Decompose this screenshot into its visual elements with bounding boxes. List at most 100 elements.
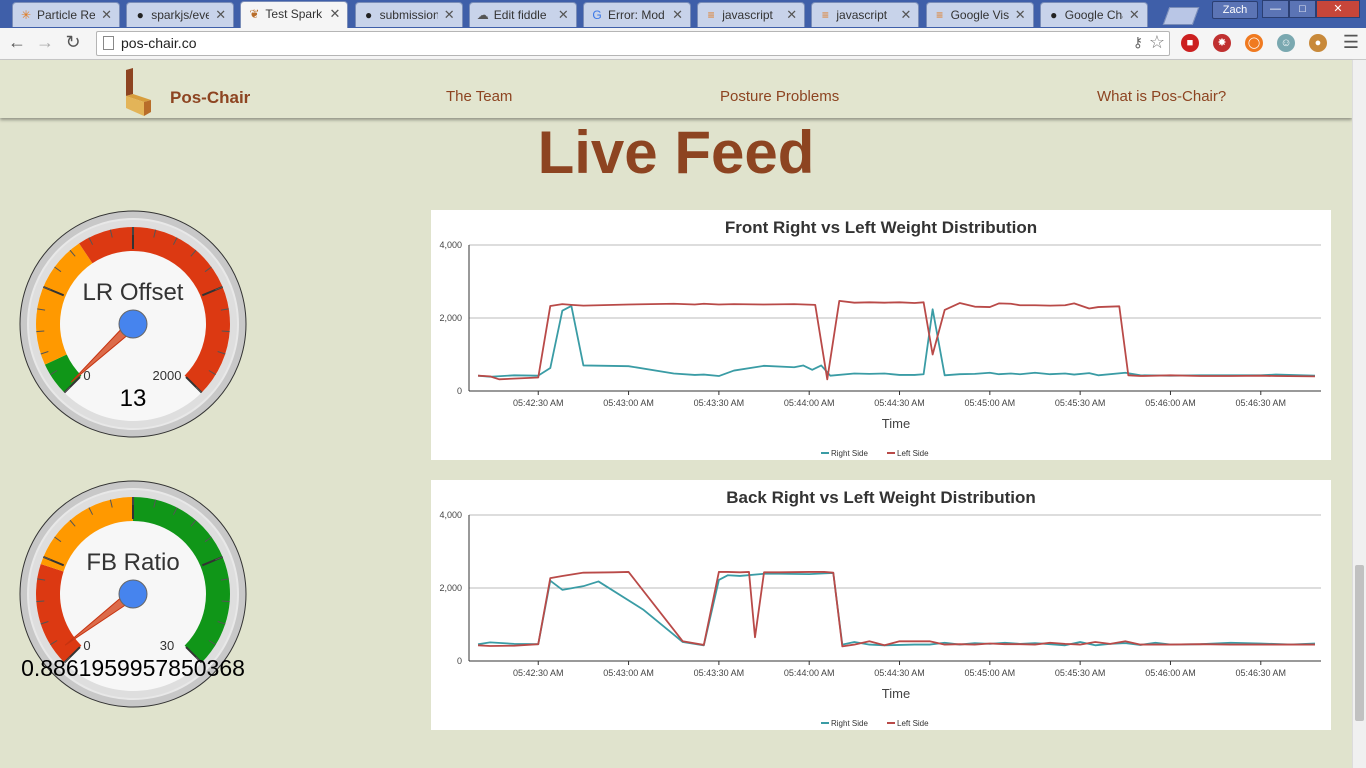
nav-link-team[interactable]: The Team <box>446 88 512 105</box>
x-tick-label: 05:46:00 AM <box>1145 398 1196 408</box>
github-icon: ● <box>1050 8 1058 22</box>
close-tab-icon[interactable]: ✕ <box>1129 7 1140 23</box>
page-title: Live Feed <box>537 119 815 186</box>
tab-title: Test Spark <box>265 7 323 21</box>
series-line-left-side <box>477 299 1315 381</box>
gauge-minor-tick <box>221 600 230 603</box>
extension-orange-icon[interactable]: ◯ <box>1245 34 1263 52</box>
close-tab-icon[interactable]: ✕ <box>900 7 911 23</box>
gauge-max-label: 30 <box>160 638 174 653</box>
pos-chair-favicon: ❦ <box>249 7 260 21</box>
close-tab-icon[interactable]: ✕ <box>672 7 683 23</box>
close-tab-icon[interactable]: ✕ <box>1015 7 1026 23</box>
tab-title: Google Visu <box>950 8 1009 22</box>
tab-title: sparkjs/eve <box>151 8 210 22</box>
browser-tab-strip: ✳ Particle Ref ✕ ● sparkjs/eve ✕ ❦ Test Spark ✕ ●… <box>0 0 1366 28</box>
site-navbar: Pos-Chair The Team Posture Problems What… <box>0 60 1352 118</box>
maximize-button[interactable]: □ <box>1289 0 1316 18</box>
legend-entry: Left Side <box>897 719 929 728</box>
browser-tab[interactable]: ≡ javascript ✕ <box>811 2 920 27</box>
address-url: pos-chair.co <box>121 35 197 51</box>
tab-title: javascript <box>836 8 888 22</box>
series-line-right-side <box>477 305 1316 378</box>
gauge-minor-tick <box>36 600 45 603</box>
back-weight-chart: Back Right vs Left Weight Distribution 0 2… <box>439 488 1321 728</box>
x-tick-label: 05:45:00 AM <box>965 668 1016 678</box>
x-tick-label: 05:44:00 AM <box>784 398 835 408</box>
nav-link-what-is[interactable]: What is Pos-Chair? <box>1097 88 1226 105</box>
legend-entry: Right Side <box>831 719 868 728</box>
browser-toolbar: ← → ↻ pos-chair.co ⚷ ☆ ■ ✸ ◯ ☺ ● ☰ <box>0 28 1366 60</box>
gauge-needle-hub <box>118 309 148 339</box>
x-tick-label: 05:43:30 AM <box>694 398 745 408</box>
x-tick-label: 05:44:30 AM <box>874 668 925 678</box>
extension-face-icon[interactable]: ☺ <box>1277 34 1295 52</box>
stackoverflow-icon: ≡ <box>936 8 944 22</box>
close-tab-icon[interactable]: ✕ <box>786 7 797 23</box>
forward-icon[interactable]: → <box>34 32 56 53</box>
browser-tab[interactable]: ☁ Edit fiddle ✕ <box>468 2 577 27</box>
close-tab-icon[interactable]: ✕ <box>558 7 569 23</box>
minimize-button[interactable]: — <box>1262 0 1289 18</box>
nav-link-posture-problems[interactable]: Posture Problems <box>720 88 839 105</box>
close-tab-icon[interactable]: ✕ <box>329 6 340 22</box>
browser-tab[interactable]: ● submission ✕ <box>354 2 463 27</box>
pos-chair-logo[interactable] <box>124 68 152 118</box>
page-icon <box>103 36 114 50</box>
key-icon[interactable]: ⚷ <box>1133 34 1143 51</box>
stackoverflow-icon: ≡ <box>821 8 829 22</box>
browser-tab[interactable]: ≡ javascript ✕ <box>697 2 806 27</box>
bookmark-star-icon[interactable]: ☆ <box>1149 32 1165 53</box>
browser-tab[interactable]: ● sparkjs/eve ✕ <box>126 2 235 27</box>
stackoverflow-icon: ≡ <box>707 8 715 22</box>
x-tick-label: 05:44:00 AM <box>784 668 835 678</box>
series-line-right-side <box>477 572 1316 647</box>
x-tick-label: 05:46:00 AM <box>1145 668 1196 678</box>
gauge-label: FB Ratio <box>86 549 179 576</box>
x-tick-label: 05:44:30 AM <box>874 398 925 408</box>
x-tick-label: 05:43:00 AM <box>603 398 654 408</box>
x-tick-label: 05:45:30 AM <box>1055 668 1106 678</box>
browser-tab[interactable]: ✳ Particle Ref ✕ <box>12 2 120 27</box>
x-axis-label: Time <box>882 686 910 701</box>
cookie-icon[interactable]: ● <box>1309 34 1327 52</box>
browser-tab[interactable]: ● Google Cha ✕ <box>1039 2 1148 27</box>
back-icon[interactable]: ← <box>6 32 28 53</box>
gauge-minor-tick <box>221 330 230 333</box>
x-axis-label: Time <box>882 416 910 431</box>
legend-entry: Left Side <box>897 449 929 458</box>
tab-title: submission <box>379 8 438 22</box>
github-icon: ● <box>364 8 373 22</box>
profile-button[interactable]: Zach <box>1212 1 1258 19</box>
address-bar[interactable]: pos-chair.co ⚷ ☆ <box>96 31 1170 56</box>
gauge-min-label: 0 <box>83 638 90 653</box>
gauge-value: 0.8861959957850368 <box>21 655 245 681</box>
extension-bug-icon[interactable]: ✸ <box>1213 34 1231 52</box>
chart-title: Back Right vs Left Weight Distribution <box>726 488 1035 507</box>
y-tick-label: 0 <box>457 656 462 666</box>
reload-icon[interactable]: ↻ <box>62 32 84 53</box>
scrollbar-thumb[interactable] <box>1355 565 1364 721</box>
browser-tab[interactable]: G Error: Mod ✕ <box>583 2 691 27</box>
x-tick-label: 05:46:30 AM <box>1236 398 1287 408</box>
gauge-needle-hub <box>118 579 148 609</box>
x-tick-label: 05:45:00 AM <box>965 398 1016 408</box>
adblock-icon[interactable]: ■ <box>1181 34 1199 52</box>
close-window-button[interactable]: ✕ <box>1316 0 1360 18</box>
browser-tab[interactable]: ❦ Test Spark ✕ <box>240 1 349 28</box>
jsfiddle-icon: ☁ <box>476 8 489 22</box>
gauge-label: LR Offset <box>83 279 184 306</box>
page-scrollbar[interactable] <box>1352 60 1366 768</box>
browser-tab[interactable]: ≡ Google Visu ✕ <box>925 2 1034 27</box>
github-icon: ● <box>136 8 144 22</box>
close-tab-icon[interactable]: ✕ <box>215 7 226 23</box>
menu-icon[interactable]: ☰ <box>1340 32 1362 53</box>
close-tab-icon[interactable]: ✕ <box>101 7 112 23</box>
brand-name[interactable]: Pos-Chair <box>170 88 250 108</box>
close-tab-icon[interactable]: ✕ <box>444 7 455 23</box>
google-icon: G <box>592 8 602 22</box>
x-tick-label: 05:43:00 AM <box>603 668 654 678</box>
tab-title: Google Cha <box>1064 8 1123 22</box>
y-tick-label: 4,000 <box>439 510 462 520</box>
y-tick-label: 2,000 <box>439 583 462 593</box>
